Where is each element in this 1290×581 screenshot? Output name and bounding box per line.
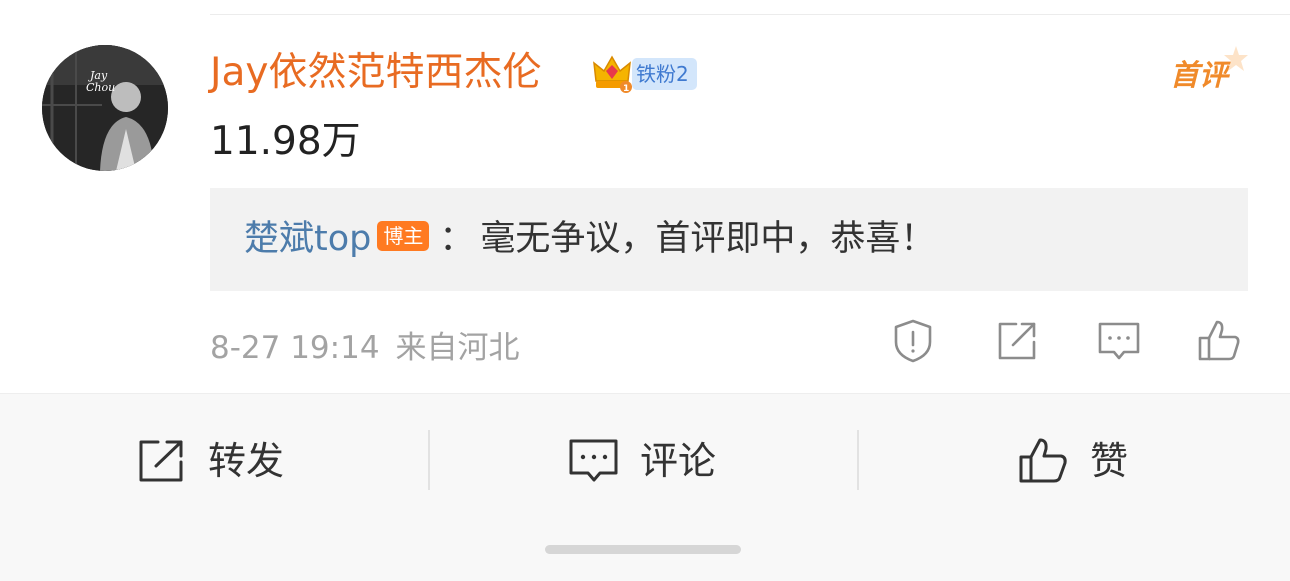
home-indicator[interactable] <box>545 545 741 554</box>
reply-text: 毫无争议，首评即中，恭喜！ <box>480 219 936 259</box>
avatar[interactable]: Jay Chou <box>42 45 168 171</box>
reply-separator: ： <box>439 219 475 259</box>
fan-level-badge: 铁粉2 <box>632 58 697 90</box>
blogger-badge: 博主 <box>377 221 430 251</box>
crown-icon: 1 <box>593 55 632 94</box>
comment-username[interactable]: Jay依然范特西杰伦 <box>210 48 541 98</box>
star-icon <box>1224 46 1248 71</box>
reply-line: 楚斌top 博主 ：毫无争议，首评即中，恭喜！ <box>244 214 935 264</box>
comment-icon[interactable] <box>1096 318 1142 364</box>
like-label: 赞 <box>1090 439 1129 483</box>
like-icon[interactable] <box>1196 318 1242 364</box>
reply-author[interactable]: 楚斌top <box>244 219 371 259</box>
comment-label: 评论 <box>640 439 717 483</box>
top-divider <box>210 14 1290 15</box>
comment-icon <box>569 439 618 482</box>
repost-label: 转发 <box>208 439 285 483</box>
svg-text:1: 1 <box>623 84 629 94</box>
svg-text:Chou: Chou <box>86 81 115 94</box>
comment-date: 8-27 19:14 <box>210 330 380 366</box>
repost-icon[interactable] <box>994 318 1040 364</box>
first-comment-badge: 首评 <box>1170 58 1229 92</box>
comment-location: 来自河北 <box>395 330 520 366</box>
reply-preview[interactable]: 楚斌top 博主 ：毫无争议，首评即中，恭喜！ <box>210 188 1248 291</box>
report-icon[interactable] <box>890 318 936 364</box>
bottom-action-bar: 转发 评论 赞 <box>0 393 1290 581</box>
comment-meta: 8-27 19:14 来自河北 <box>210 322 520 367</box>
bar-divider <box>428 430 430 490</box>
comment-text: 11.98万 <box>210 119 361 164</box>
repost-icon <box>139 440 183 482</box>
like-icon <box>1019 438 1067 483</box>
bar-divider <box>857 430 859 490</box>
